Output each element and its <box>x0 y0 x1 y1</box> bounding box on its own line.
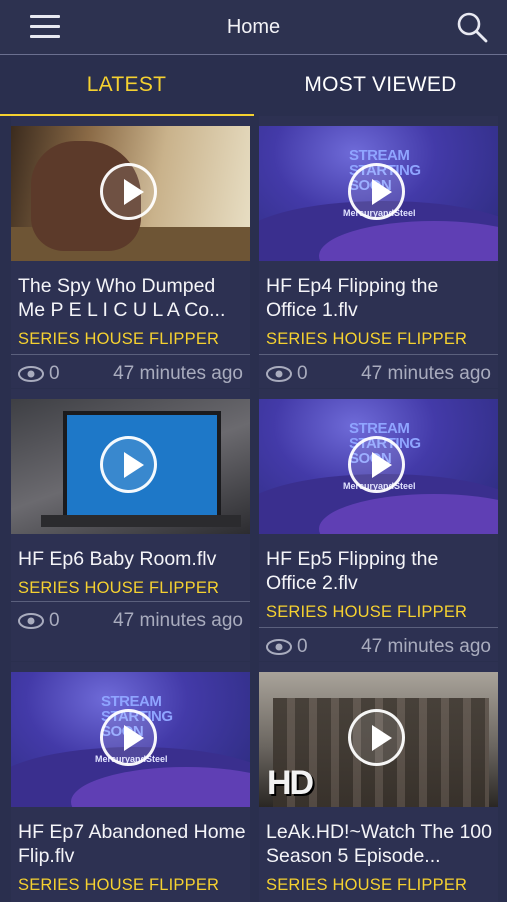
video-card[interactable]: HD LeAk.HD!~Watch The 100 Season 5 Episo… <box>259 662 498 902</box>
play-icon[interactable] <box>100 436 157 493</box>
search-button[interactable] <box>455 10 489 44</box>
video-series: SERIES HOUSE FLIPPER <box>18 330 220 348</box>
timestamp: 47 minutes ago <box>361 636 491 657</box>
video-series: SERIES HOUSE FLIPPER <box>266 603 468 621</box>
eye-icon <box>18 366 44 382</box>
play-icon[interactable] <box>100 163 157 220</box>
video-title: LeAk.HD!~Watch The 100 Season 5 Episode.… <box>266 821 492 867</box>
video-thumbnail: STREAM STARTING SOON MercuryandSteel <box>259 399 498 534</box>
tab-bar: LATEST MOST VIEWED <box>0 55 507 116</box>
video-meta: 0 47 minutes ago <box>11 601 250 642</box>
video-series: SERIES HOUSE FLIPPER <box>266 876 468 894</box>
search-icon <box>457 12 488 43</box>
video-card[interactable]: STREAM STARTING SOON MercuryandSteel HF Ep… <box>259 389 498 661</box>
video-series: SERIES HOUSE FLIPPER <box>18 579 220 597</box>
video-title: HF Ep4 Flipping the Office 1.flv <box>266 275 439 321</box>
video-series: SERIES HOUSE FLIPPER <box>18 876 220 894</box>
video-title: HF Ep7 Abandoned Home Flip.flv <box>18 821 246 867</box>
eye-icon <box>18 613 44 629</box>
app-bar: Home <box>0 0 507 55</box>
video-card[interactable]: STREAM STARTING SOON MercuryandSteel HF Ep… <box>259 116 498 388</box>
tab-latest[interactable]: LATEST <box>0 55 253 116</box>
view-count: 0 <box>297 636 308 657</box>
timestamp: 47 minutes ago <box>113 610 243 631</box>
eye-icon <box>266 639 292 655</box>
video-title: The Spy Who Dumped Me P E L I C U L A Co… <box>18 275 226 321</box>
eye-icon <box>266 366 292 382</box>
timestamp: 47 minutes ago <box>113 363 243 384</box>
video-card[interactable]: The Spy Who Dumped Me P E L I C U L A Co… <box>11 116 250 388</box>
video-series: SERIES HOUSE FLIPPER <box>266 330 468 348</box>
video-thumbnail <box>11 126 250 261</box>
tab-most-viewed[interactable]: MOST VIEWED <box>254 55 507 116</box>
view-count: 0 <box>49 363 60 384</box>
play-icon[interactable] <box>348 436 405 493</box>
video-thumbnail: STREAM STARTING SOON MercuryandSteel <box>11 672 250 807</box>
video-card[interactable]: HF Ep6 Baby Room.flv SERIES HOUSE FLIPPE… <box>11 389 250 661</box>
video-thumbnail <box>11 399 250 534</box>
view-count: 0 <box>297 363 308 384</box>
video-title: HF Ep5 Flipping the Office 2.flv <box>266 548 439 594</box>
play-icon[interactable] <box>348 709 405 766</box>
video-card[interactable]: STREAM STARTING SOON MercuryandSteel HF Ep… <box>11 662 250 902</box>
video-title: HF Ep6 Baby Room.flv <box>18 548 217 570</box>
video-thumbnail: HD <box>259 672 498 807</box>
timestamp: 47 minutes ago <box>361 363 491 384</box>
view-count: 0 <box>49 610 60 631</box>
page-title: Home <box>226 16 281 38</box>
play-icon[interactable] <box>100 709 157 766</box>
play-icon[interactable] <box>348 163 405 220</box>
video-thumbnail: STREAM STARTING SOON MercuryandSteel <box>259 126 498 261</box>
